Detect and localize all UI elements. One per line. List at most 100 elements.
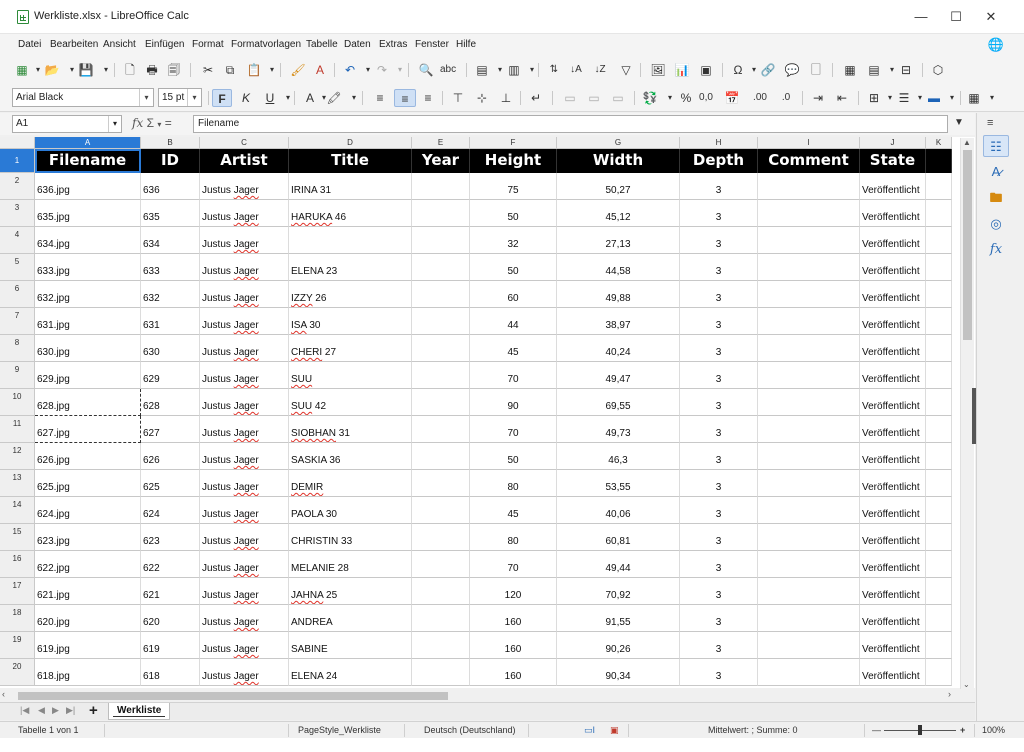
- cell-empty[interactable]: [412, 443, 470, 470]
- cut-icon[interactable]: ✂: [200, 61, 216, 79]
- save-icon[interactable]: 💾: [78, 61, 94, 79]
- formula-input[interactable]: Filename: [193, 115, 948, 133]
- cell-empty[interactable]: [758, 497, 860, 524]
- cell-state[interactable]: Veröffentlicht: [860, 335, 926, 362]
- cell-empty[interactable]: [758, 200, 860, 227]
- cell-file[interactable]: 623.jpg: [35, 524, 141, 551]
- cell-id[interactable]: 623: [141, 524, 200, 551]
- row-header[interactable]: 18: [0, 605, 35, 632]
- prev-sheet-icon[interactable]: ◀: [38, 705, 45, 716]
- cell-width[interactable]: 91,55: [557, 605, 680, 632]
- bold-button[interactable]: F: [212, 89, 232, 107]
- copy-icon[interactable]: ⧉: [222, 61, 238, 79]
- header-cell-height[interactable]: Height: [470, 149, 557, 173]
- cell-id[interactable]: 622: [141, 551, 200, 578]
- cell-id[interactable]: 627: [141, 416, 200, 443]
- cell-file[interactable]: 629.jpg: [35, 362, 141, 389]
- cell-empty[interactable]: [758, 335, 860, 362]
- cell-title[interactable]: IZZY 26: [289, 281, 412, 308]
- hyperlink-icon[interactable]: 🔗: [760, 61, 776, 79]
- cell-file[interactable]: 621.jpg: [35, 578, 141, 605]
- cell-empty[interactable]: [758, 578, 860, 605]
- border-color-icon[interactable]: ▬: [926, 89, 942, 107]
- cell-height[interactable]: 160: [470, 632, 557, 659]
- cell-empty[interactable]: [412, 470, 470, 497]
- cell-id[interactable]: 624: [141, 497, 200, 524]
- cell-empty[interactable]: [758, 605, 860, 632]
- cell-depth[interactable]: 3: [680, 254, 758, 281]
- cell-artist[interactable]: Justus Jager: [200, 659, 289, 686]
- date-format-icon[interactable]: 📅: [724, 89, 740, 107]
- cell-artist[interactable]: Justus Jager: [200, 578, 289, 605]
- menu-ansicht[interactable]: Ansicht: [103, 39, 136, 50]
- cell-state[interactable]: Veröffentlicht: [860, 200, 926, 227]
- cell-empty[interactable]: [926, 443, 952, 470]
- header-cell-depth[interactable]: Depth: [680, 149, 758, 173]
- conditional-format-icon[interactable]: ▦: [966, 89, 982, 107]
- merge-center-icon[interactable]: ▭: [586, 89, 602, 107]
- cell-id[interactable]: 625: [141, 470, 200, 497]
- cell-file[interactable]: 626.jpg: [35, 443, 141, 470]
- cell-state[interactable]: Veröffentlicht: [860, 524, 926, 551]
- cell-id[interactable]: 635: [141, 200, 200, 227]
- cell-width[interactable]: 60,81: [557, 524, 680, 551]
- scroll-left-icon[interactable]: ‹: [2, 689, 5, 699]
- menu-daten[interactable]: Daten: [344, 39, 371, 50]
- cell-artist[interactable]: Justus Jager: [200, 227, 289, 254]
- cell-file[interactable]: 619.jpg: [35, 632, 141, 659]
- row-header[interactable]: 2: [0, 173, 35, 200]
- cell-height[interactable]: 60: [470, 281, 557, 308]
- cell-state[interactable]: Veröffentlicht: [860, 443, 926, 470]
- row-header[interactable]: 3: [0, 200, 35, 227]
- column-header-d[interactable]: D: [289, 137, 412, 149]
- cell-depth[interactable]: 3: [680, 632, 758, 659]
- cell-height[interactable]: 120: [470, 578, 557, 605]
- chevron-down-icon[interactable]: ▾: [139, 89, 153, 106]
- row-header[interactable]: 9: [0, 362, 35, 389]
- cell-id[interactable]: 632: [141, 281, 200, 308]
- cell-depth[interactable]: 3: [680, 281, 758, 308]
- cell-title[interactable]: SASKIA 36: [289, 443, 412, 470]
- header-cell-year[interactable]: Year: [412, 149, 470, 173]
- cell-empty[interactable]: [758, 227, 860, 254]
- cell-width[interactable]: 46,3: [557, 443, 680, 470]
- cell-artist[interactable]: Justus Jager: [200, 443, 289, 470]
- menu-format[interactable]: Format: [192, 39, 224, 50]
- new-document-icon[interactable]: ▦: [14, 61, 30, 79]
- header-cell-width[interactable]: Width: [557, 149, 680, 173]
- name-box[interactable]: A1 ▾: [12, 115, 122, 133]
- expand-formula-icon[interactable]: ▼: [954, 117, 964, 128]
- cell-empty[interactable]: [926, 524, 952, 551]
- borders-icon[interactable]: ⊞: [866, 89, 882, 107]
- sum-dropdown-icon[interactable]: ▾: [157, 120, 161, 129]
- find-replace-icon[interactable]: 🔍: [418, 61, 434, 79]
- row-header[interactable]: 13: [0, 470, 35, 497]
- increase-indent-icon[interactable]: ⇥: [810, 89, 826, 107]
- header-cell-comment[interactable]: Comment: [758, 149, 860, 173]
- cell-id[interactable]: 629: [141, 362, 200, 389]
- cell-empty[interactable]: [412, 659, 470, 686]
- cell-state[interactable]: Veröffentlicht: [860, 416, 926, 443]
- cell-artist[interactable]: Justus Jager: [200, 470, 289, 497]
- cell-height[interactable]: 160: [470, 605, 557, 632]
- cell-title[interactable]: CHRISTIN 33: [289, 524, 412, 551]
- cell-empty[interactable]: [926, 254, 952, 281]
- font-size-combo[interactable]: 15 pt ▾: [158, 88, 202, 107]
- autofilter-icon[interactable]: ▽: [618, 61, 634, 79]
- header-cell-empty[interactable]: [926, 149, 952, 173]
- cell-width[interactable]: 70,92: [557, 578, 680, 605]
- vertical-scroll-thumb[interactable]: [963, 150, 972, 340]
- cell-state[interactable]: Veröffentlicht: [860, 227, 926, 254]
- cell-width[interactable]: 27,13: [557, 227, 680, 254]
- insert-image-icon[interactable]: 🖼: [650, 61, 666, 79]
- special-character-icon[interactable]: Ω: [730, 61, 746, 79]
- row-header[interactable]: 16: [0, 551, 35, 578]
- cell-file[interactable]: 634.jpg: [35, 227, 141, 254]
- cell-artist[interactable]: Justus Jager: [200, 632, 289, 659]
- split-window-icon[interactable]: ⊟: [898, 61, 914, 79]
- column-header-h[interactable]: H: [680, 137, 758, 149]
- cell-height[interactable]: 32: [470, 227, 557, 254]
- cell-empty[interactable]: [926, 389, 952, 416]
- menu-tabelle[interactable]: Tabelle: [306, 39, 338, 50]
- cell-id[interactable]: 621: [141, 578, 200, 605]
